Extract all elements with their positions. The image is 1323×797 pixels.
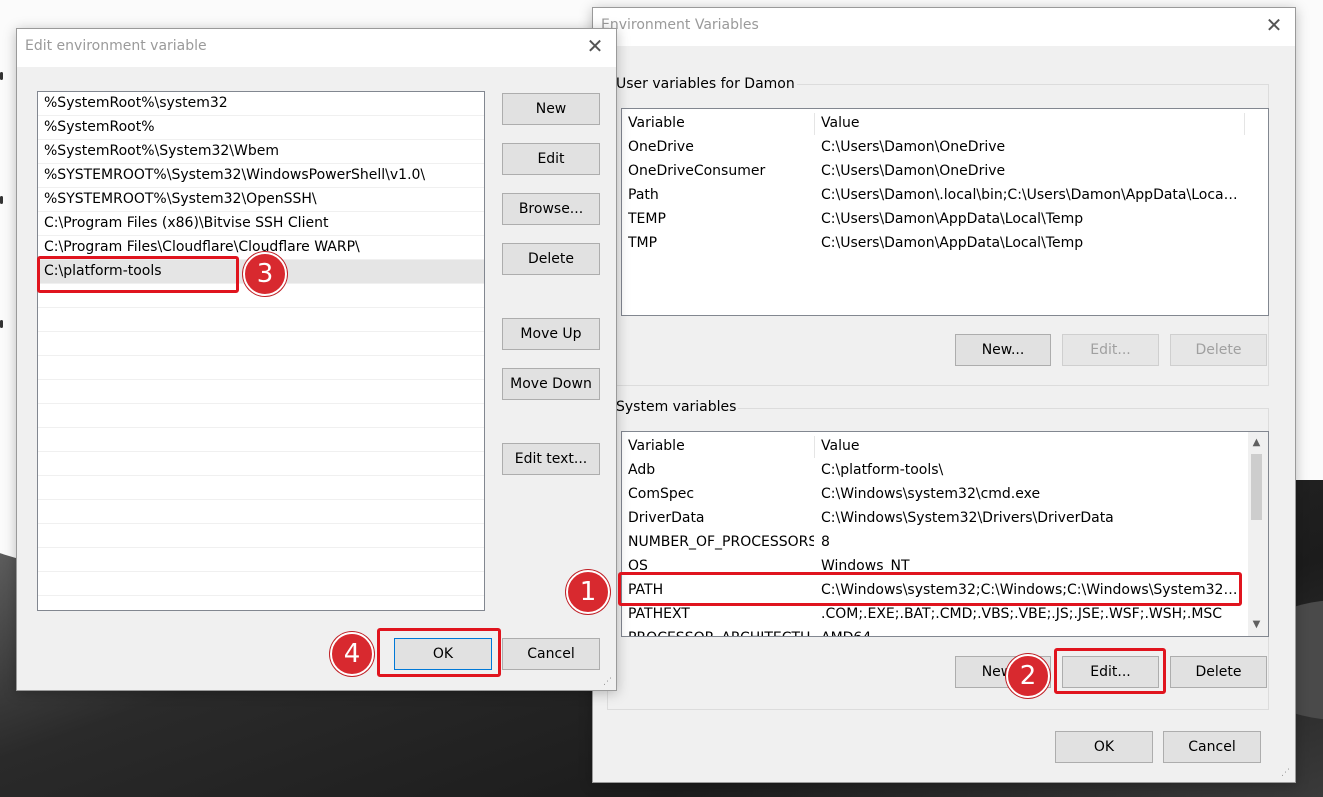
edit-environment-variable-window: Edit environment variable ✕ %SystemRoot%…: [16, 28, 617, 691]
user-new-button[interactable]: New...: [955, 334, 1051, 366]
edit-cancel-button[interactable]: Cancel: [502, 638, 600, 670]
scroll-up-icon[interactable]: ▲: [1248, 434, 1265, 451]
highlight-edit-button: [1054, 648, 1166, 694]
step-badge-3: 3: [243, 252, 287, 296]
edit-window-title: Edit environment variable: [25, 38, 207, 54]
table-row[interactable]: DriverData C:\Windows\System32\Drivers\Dr…: [622, 506, 1248, 530]
path-entries-rows: %SystemRoot%\system32 %SystemRoot% %System…: [38, 92, 484, 596]
path-entry[interactable]: %SystemRoot%: [38, 116, 484, 140]
variable-name: OneDriveConsumer: [628, 163, 766, 179]
empty-row[interactable]: [38, 548, 484, 572]
env-cancel-button[interactable]: Cancel: [1163, 731, 1261, 763]
empty-row[interactable]: [38, 428, 484, 452]
variable-value: C:\Users\Damon\AppData\Local\Temp: [821, 211, 1084, 227]
variable-value: C:\Users\Damon\AppData\Local\Temp: [821, 235, 1084, 251]
move-up-button[interactable]: Move Up: [502, 318, 600, 350]
variable-value: AMD64: [821, 626, 1241, 636]
highlight-platform-tools-entry: [37, 256, 239, 293]
new-entry-button[interactable]: New: [502, 93, 600, 125]
variable-name: TMP: [628, 235, 658, 251]
variable-value: C:\Windows\System32\Drivers\DriverData: [821, 510, 1114, 526]
variable-name: OneDrive: [628, 139, 694, 155]
step-badge-4: 4: [330, 632, 374, 676]
user-table-header: Variable Value: [622, 111, 1268, 135]
system-table-header: Variable Value: [622, 434, 1268, 458]
variable-name: NUMBER_OF_PROCESSORS: [628, 534, 814, 550]
variable-value: C:\Users\Damon\OneDrive: [821, 163, 1006, 179]
variable-value: C:\Users\Damon\OneDrive: [821, 139, 1006, 155]
table-row[interactable]: OneDrive C:\Users\Damon\OneDrive: [622, 135, 1248, 159]
env-titlebar: Environment Variables ✕: [593, 8, 1295, 46]
step-badge-2: 2: [1006, 654, 1050, 698]
move-down-button[interactable]: Move Down: [502, 368, 600, 400]
table-row[interactable]: NUMBER_OF_PROCESSORS 8: [622, 530, 1248, 554]
empty-row[interactable]: [38, 308, 484, 332]
delete-entry-button[interactable]: Delete: [502, 243, 600, 275]
variable-value: C:\Users\Damon\.local\bin;C:\Users\Damon…: [821, 187, 1241, 203]
column-header-variable[interactable]: Variable: [628, 111, 814, 135]
column-header-value[interactable]: Value: [821, 434, 1241, 458]
table-row[interactable]: Adb C:\platform-tools\: [622, 458, 1248, 482]
close-icon[interactable]: ✕: [1263, 14, 1285, 36]
variable-name: PROCESSOR_ARCHITECTU...: [628, 626, 814, 636]
environment-variables-window: Environment Variables ✕ User variables f…: [592, 7, 1296, 783]
env-ok-button[interactable]: OK: [1055, 731, 1153, 763]
empty-row[interactable]: [38, 380, 484, 404]
table-row[interactable]: ComSpec C:\Windows\system32\cmd.exe: [622, 482, 1248, 506]
empty-row[interactable]: [38, 500, 484, 524]
path-entries-list[interactable]: %SystemRoot%\system32 %SystemRoot% %System…: [37, 91, 485, 611]
path-entry[interactable]: %SystemRoot%\system32: [38, 92, 484, 116]
close-icon[interactable]: ✕: [584, 35, 606, 57]
step-badge-1: 1: [566, 570, 610, 614]
variable-name: DriverData: [628, 510, 705, 526]
variable-value: C:\platform-tools\: [821, 462, 944, 478]
empty-row[interactable]: [38, 332, 484, 356]
column-header-value[interactable]: Value: [821, 111, 1241, 135]
path-entry[interactable]: %SYSTEMROOT%\System32\OpenSSH\: [38, 188, 484, 212]
system-variables-label: System variables: [614, 399, 739, 415]
highlight-path-row: [618, 572, 1242, 606]
edit-titlebar: Edit environment variable ✕: [17, 29, 616, 67]
highlight-ok-button: [377, 628, 501, 677]
resize-grip-icon[interactable]: ⋰: [1281, 768, 1291, 778]
edit-entry-button[interactable]: Edit: [502, 143, 600, 175]
resize-grip-icon[interactable]: ⋰: [603, 677, 613, 687]
empty-row[interactable]: [38, 452, 484, 476]
table-row[interactable]: OneDriveConsumer C:\Users\Damon\OneDrive: [622, 159, 1248, 183]
user-edit-button[interactable]: Edit...: [1062, 334, 1159, 366]
user-delete-button[interactable]: Delete: [1170, 334, 1267, 366]
system-table-scrollbar[interactable]: ▲ ▼: [1248, 432, 1268, 636]
table-row[interactable]: TMP C:\Users\Damon\AppData\Local\Temp: [622, 231, 1248, 255]
empty-row[interactable]: [38, 476, 484, 500]
table-row[interactable]: PROCESSOR_ARCHITECTU... AMD64: [622, 626, 1248, 636]
variable-value: 8: [821, 534, 830, 550]
empty-row[interactable]: [38, 356, 484, 380]
empty-row[interactable]: [38, 524, 484, 548]
scrollbar-thumb[interactable]: [1251, 454, 1262, 520]
path-entry[interactable]: %SYSTEMROOT%\System32\WindowsPowerShell\…: [38, 164, 484, 188]
variable-name: ComSpec: [628, 486, 695, 502]
edit-text-button[interactable]: Edit text...: [502, 443, 600, 475]
variable-value: C:\Windows\system32\cmd.exe: [821, 486, 1041, 502]
empty-row[interactable]: [38, 404, 484, 428]
browse-button[interactable]: Browse...: [502, 193, 600, 225]
variable-name: Path: [628, 187, 659, 203]
empty-row[interactable]: [38, 572, 484, 596]
column-header-variable[interactable]: Variable: [628, 434, 814, 458]
env-window-title: Environment Variables: [601, 17, 759, 33]
path-entry[interactable]: %SystemRoot%\System32\Wbem: [38, 140, 484, 164]
system-delete-button[interactable]: Delete: [1170, 656, 1267, 688]
variable-name: Adb: [628, 462, 656, 478]
user-variables-table[interactable]: Variable Value OneDrive C:\Users\Damon\On…: [621, 108, 1269, 316]
path-entry[interactable]: C:\Program Files (x86)\Bitvise SSH Clien…: [38, 212, 484, 236]
table-row[interactable]: TEMP C:\Users\Damon\AppData\Local\Temp: [622, 207, 1248, 231]
table-row[interactable]: Path C:\Users\Damon\.local\bin;C:\Users\D…: [622, 183, 1248, 207]
system-variables-table[interactable]: Variable Value Adb C:\platform-tools\ ComS…: [621, 431, 1269, 637]
variable-name: TEMP: [628, 211, 666, 227]
scroll-down-icon[interactable]: ▼: [1248, 616, 1265, 633]
user-variables-label: User variables for Damon: [614, 76, 797, 92]
